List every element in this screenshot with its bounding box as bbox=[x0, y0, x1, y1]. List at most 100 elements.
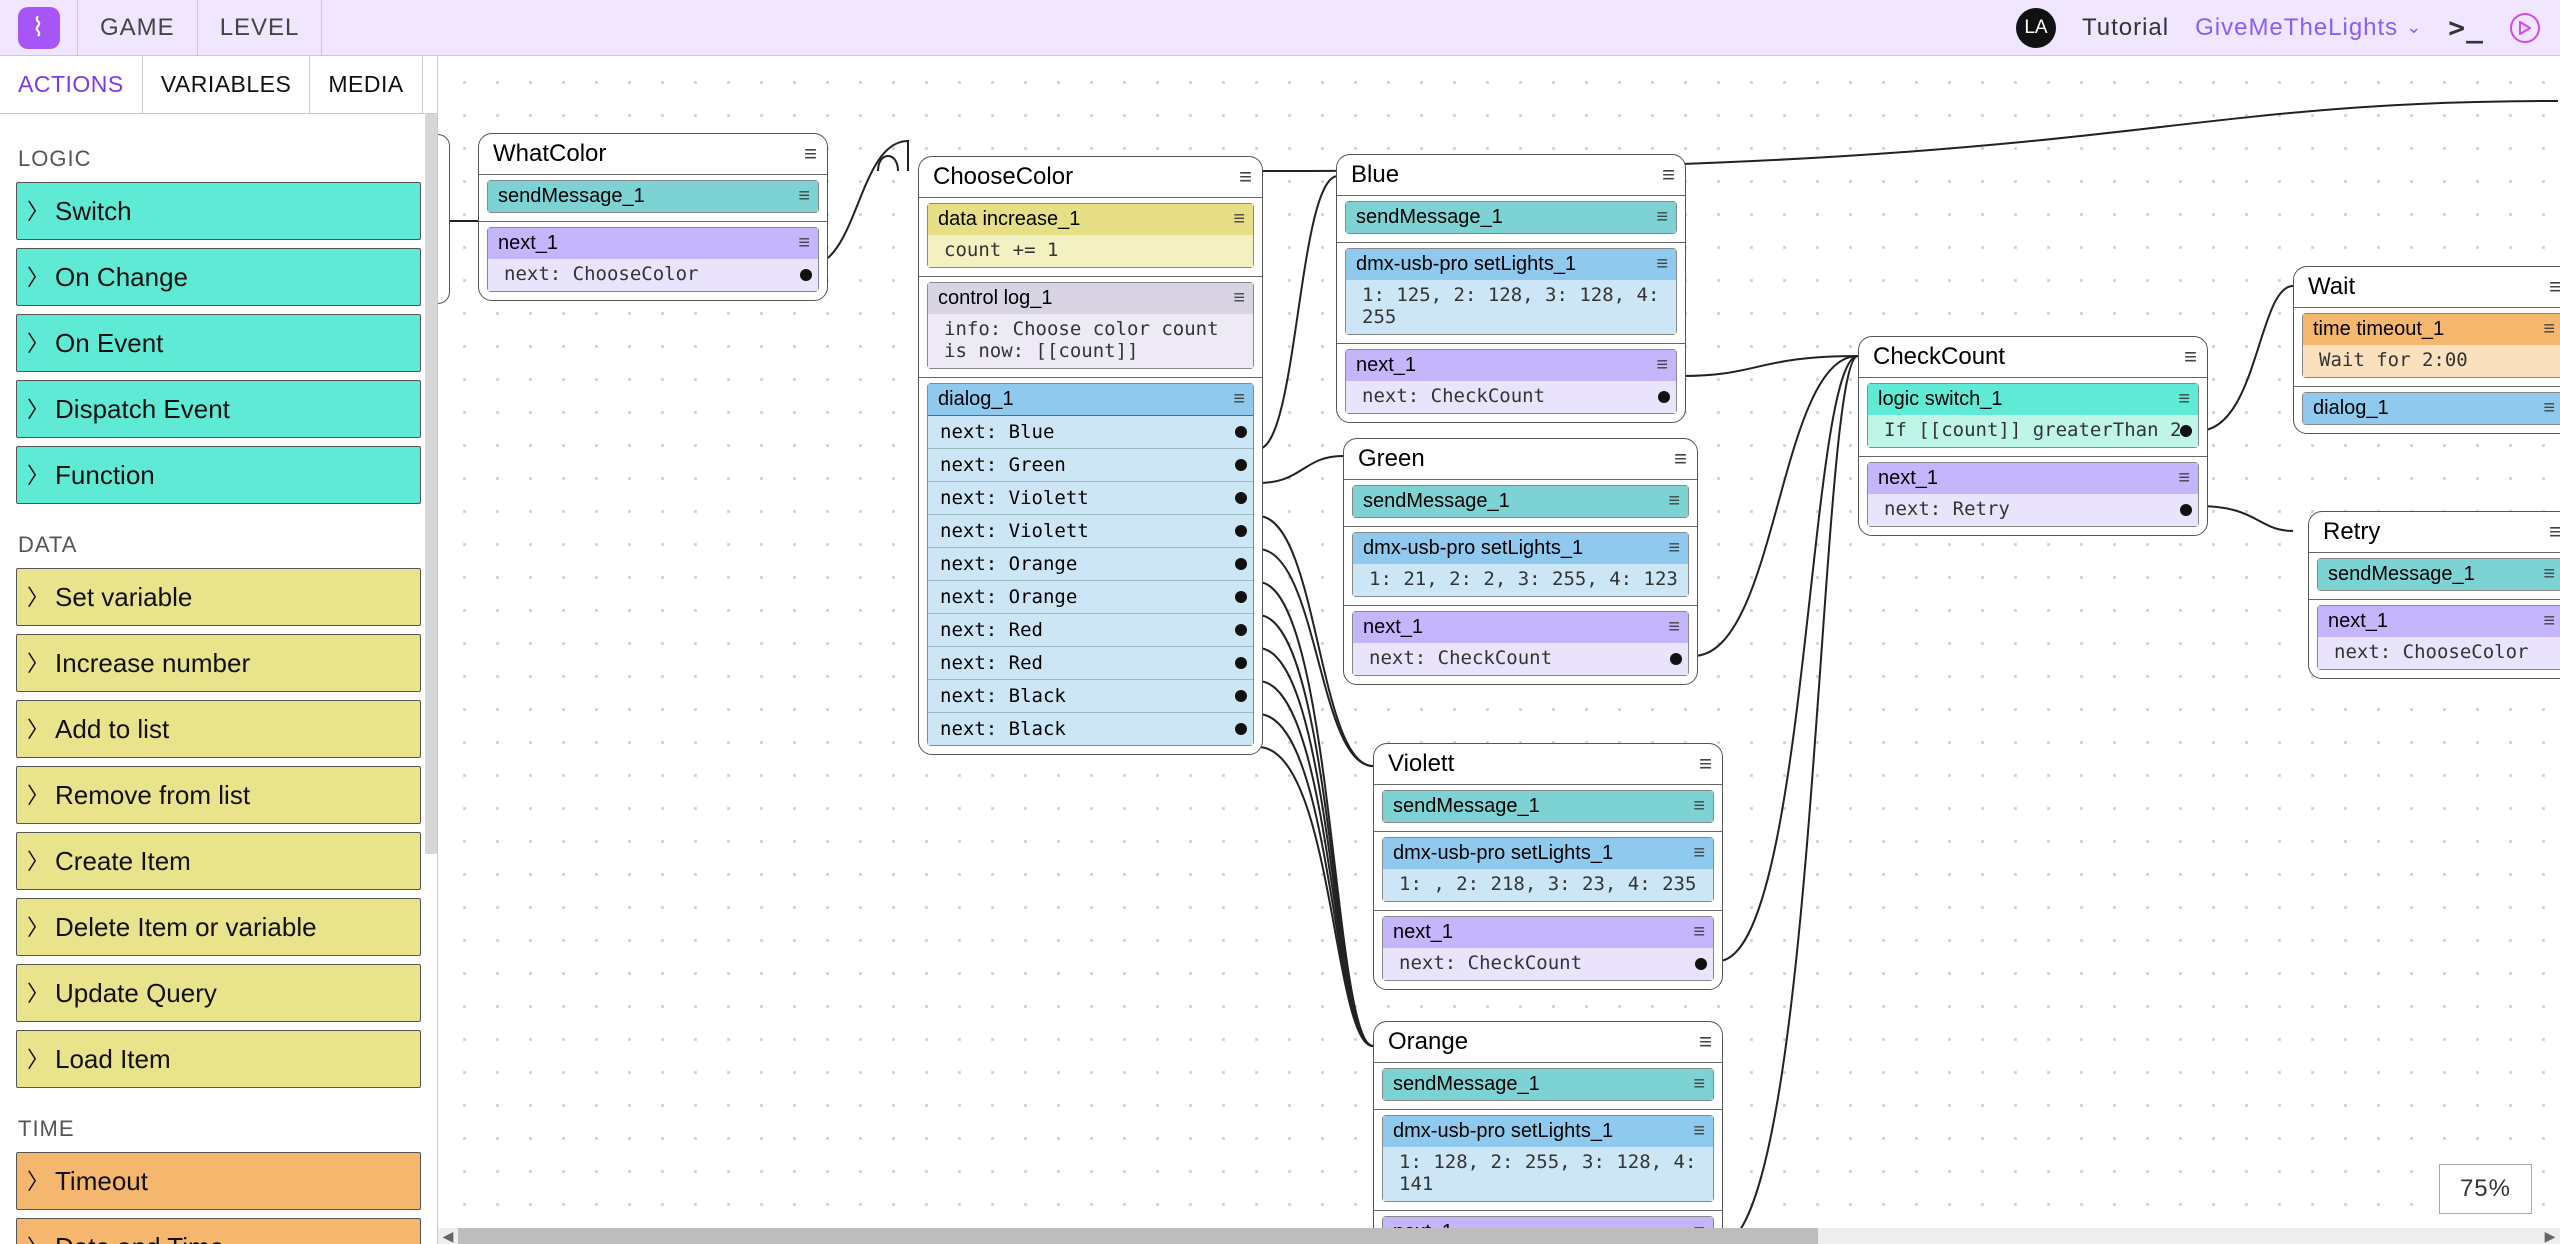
dialog-option[interactable]: next: Black bbox=[928, 679, 1253, 712]
menu-level[interactable]: LEVEL bbox=[198, 0, 323, 55]
dialog-option[interactable]: next: Red bbox=[928, 613, 1253, 646]
dialog-option[interactable]: next: Black bbox=[928, 712, 1253, 745]
action-dispatch-event[interactable]: 〉Dispatch Event bbox=[16, 380, 421, 438]
output-port[interactable] bbox=[2180, 425, 2192, 437]
hamburger-icon[interactable]: ≡ bbox=[1668, 490, 1680, 513]
action-update-query[interactable]: 〉Update Query bbox=[16, 964, 421, 1022]
dialog-option[interactable]: next: Blue bbox=[928, 416, 1253, 448]
output-port[interactable] bbox=[1235, 657, 1247, 669]
zoom-indicator[interactable]: 75% bbox=[2439, 1164, 2532, 1214]
hamburger-icon[interactable]: ≡ bbox=[1693, 1073, 1705, 1096]
action-function[interactable]: 〉Function bbox=[16, 446, 421, 504]
node-violett[interactable]: Violett≡ sendMessage_1≡ dmx-usb-pro setL… bbox=[1373, 743, 1723, 990]
hamburger-icon[interactable]: ≡ bbox=[2178, 388, 2190, 411]
hamburger-icon[interactable]: ≡ bbox=[1699, 751, 1712, 777]
hamburger-icon[interactable]: ≡ bbox=[1233, 388, 1245, 411]
dialog-option[interactable]: next: Violett bbox=[928, 481, 1253, 514]
hamburger-icon[interactable]: ≡ bbox=[1668, 616, 1680, 639]
hamburger-icon[interactable]: ≡ bbox=[2543, 610, 2555, 633]
hamburger-icon[interactable]: ≡ bbox=[1239, 164, 1252, 190]
hamburger-icon[interactable]: ≡ bbox=[2543, 318, 2555, 341]
dialog-option[interactable]: next: Orange bbox=[928, 547, 1253, 580]
action-remove-from-list[interactable]: 〉Remove from list bbox=[16, 766, 421, 824]
hamburger-icon[interactable]: ≡ bbox=[1656, 354, 1668, 377]
action-on-change[interactable]: 〉On Change bbox=[16, 248, 421, 306]
menu-game[interactable]: GAME bbox=[78, 0, 198, 55]
node-checkcount[interactable]: CheckCount≡ logic switch_1≡If [[count]] … bbox=[1858, 336, 2208, 536]
output-port[interactable] bbox=[1235, 690, 1247, 702]
hamburger-icon[interactable]: ≡ bbox=[1693, 921, 1705, 944]
output-port[interactable] bbox=[1235, 591, 1247, 603]
tutorial-link[interactable]: Tutorial bbox=[2082, 14, 2169, 42]
hamburger-icon[interactable]: ≡ bbox=[1693, 795, 1705, 818]
action-date-and-time[interactable]: 〉Date and Time bbox=[16, 1218, 421, 1244]
action-add-to-list[interactable]: 〉Add to list bbox=[16, 700, 421, 758]
play-icon[interactable] bbox=[2510, 13, 2540, 43]
hamburger-icon[interactable]: ≡ bbox=[1674, 446, 1687, 472]
horizontal-scrollbar-thumb[interactable] bbox=[458, 1228, 1818, 1244]
hamburger-icon[interactable]: ≡ bbox=[798, 232, 810, 255]
action-switch[interactable]: 〉Switch bbox=[16, 182, 421, 240]
hamburger-icon[interactable]: ≡ bbox=[2178, 467, 2190, 490]
hamburger-icon[interactable]: ≡ bbox=[798, 185, 810, 208]
dialog-option[interactable]: next: Orange bbox=[928, 580, 1253, 613]
hamburger-icon[interactable]: ≡ bbox=[2543, 397, 2555, 420]
tab-variables[interactable]: VARIABLES bbox=[143, 56, 311, 113]
hamburger-icon[interactable]: ≡ bbox=[2549, 274, 2560, 300]
output-port[interactable] bbox=[1658, 391, 1670, 403]
output-port[interactable] bbox=[1235, 525, 1247, 537]
hamburger-icon[interactable]: ≡ bbox=[1656, 253, 1668, 276]
terminal-icon[interactable]: >_ bbox=[2448, 11, 2484, 44]
output-port[interactable] bbox=[1235, 624, 1247, 636]
hamburger-icon[interactable]: ≡ bbox=[804, 141, 817, 167]
dialog-option[interactable]: next: Red bbox=[928, 646, 1253, 679]
node-blue[interactable]: Blue≡ sendMessage_1≡ dmx-usb-pro setLigh… bbox=[1336, 154, 1686, 423]
output-port[interactable] bbox=[1235, 459, 1247, 471]
user-avatar[interactable]: LA bbox=[2016, 8, 2056, 48]
output-port[interactable] bbox=[1695, 958, 1707, 970]
hamburger-icon[interactable]: ≡ bbox=[2184, 344, 2197, 370]
project-selector[interactable]: GiveMeTheLights ⌄ bbox=[2195, 14, 2422, 42]
hamburger-icon[interactable]: ≡ bbox=[1693, 1120, 1705, 1143]
tab-actions[interactable]: ACTIONS bbox=[0, 56, 143, 113]
app-logo[interactable]: ⌇ bbox=[0, 0, 78, 55]
output-port[interactable] bbox=[2180, 504, 2192, 516]
action-set-variable[interactable]: 〉Set variable bbox=[16, 568, 421, 626]
output-port[interactable] bbox=[800, 269, 812, 281]
action-increase-number[interactable]: 〉Increase number bbox=[16, 634, 421, 692]
output-port[interactable] bbox=[1235, 558, 1247, 570]
dialog-option[interactable]: next: Violett bbox=[928, 514, 1253, 547]
tab-media[interactable]: MEDIA bbox=[310, 56, 422, 113]
row-title: logic switch_1 bbox=[1878, 388, 2003, 411]
graph-canvas[interactable]: WhatColor≡ sendMessage_1≡ next_1≡next: C… bbox=[438, 56, 2560, 1244]
hamburger-icon[interactable]: ≡ bbox=[1662, 162, 1675, 188]
action-label: Date and Time bbox=[55, 1232, 224, 1244]
hamburger-icon[interactable]: ≡ bbox=[1233, 287, 1245, 310]
node-green[interactable]: Green≡ sendMessage_1≡ dmx-usb-pro setLig… bbox=[1343, 438, 1698, 685]
hamburger-icon[interactable]: ≡ bbox=[1693, 842, 1705, 865]
action-on-event[interactable]: 〉On Event bbox=[16, 314, 421, 372]
action-load-item[interactable]: 〉Load Item bbox=[16, 1030, 421, 1088]
hamburger-icon[interactable]: ≡ bbox=[1668, 537, 1680, 560]
row-title: sendMessage_1 bbox=[1363, 490, 1510, 513]
node-wait[interactable]: Wait≡ time timeout_1≡Wait for 2:00 dialo… bbox=[2293, 266, 2560, 434]
hamburger-icon[interactable]: ≡ bbox=[1656, 206, 1668, 229]
output-port[interactable] bbox=[1235, 492, 1247, 504]
node-choosecolor[interactable]: ChooseColor≡ data increase_1≡count += 1 … bbox=[918, 156, 1263, 755]
scroll-right-arrow[interactable]: ▶ bbox=[2540, 1228, 2560, 1244]
action-delete-item-or-variable[interactable]: 〉Delete Item or variable bbox=[16, 898, 421, 956]
hamburger-icon[interactable]: ≡ bbox=[2543, 563, 2555, 586]
action-timeout[interactable]: 〉Timeout bbox=[16, 1152, 421, 1210]
dialog-option[interactable]: next: Green bbox=[928, 448, 1253, 481]
output-port[interactable] bbox=[1670, 653, 1682, 665]
node-whatcolor[interactable]: WhatColor≡ sendMessage_1≡ next_1≡next: C… bbox=[478, 133, 828, 301]
output-port[interactable] bbox=[1235, 723, 1247, 735]
action-create-item[interactable]: 〉Create Item bbox=[16, 832, 421, 890]
output-port[interactable] bbox=[1235, 426, 1247, 438]
hamburger-icon[interactable]: ≡ bbox=[1699, 1029, 1712, 1055]
node-retry[interactable]: Retry≡ sendMessage_1≡ next_1≡next: Choos… bbox=[2308, 511, 2560, 679]
scroll-left-arrow[interactable]: ◀ bbox=[438, 1228, 458, 1244]
node-orange[interactable]: Orange≡ sendMessage_1≡ dmx-usb-pro setLi… bbox=[1373, 1021, 1723, 1244]
hamburger-icon[interactable]: ≡ bbox=[1233, 208, 1245, 231]
hamburger-icon[interactable]: ≡ bbox=[2549, 519, 2560, 545]
